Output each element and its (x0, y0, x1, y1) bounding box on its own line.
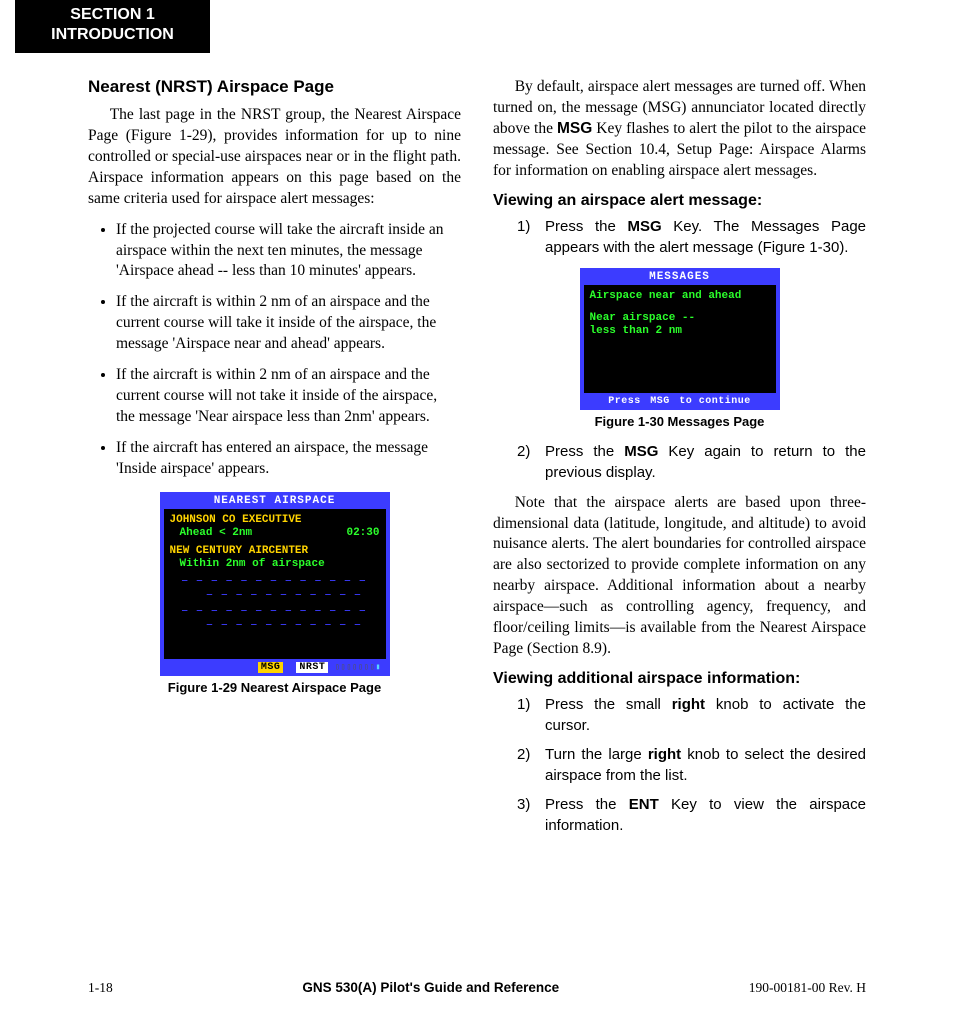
section-tab-line2: INTRODUCTION (35, 25, 190, 45)
figure-1-30-caption: Figure 1-30 Messages Page (493, 414, 866, 429)
figure-1-30-screen: MESSAGES Airspace near and ahead Near ai… (580, 268, 780, 410)
step: Press the MSG Key. The Messages Page app… (517, 216, 866, 258)
heading-nrst: Nearest (NRST) Airspace Page (88, 77, 461, 97)
divider: — — — — — — — — — — — — — (170, 606, 380, 616)
page-body: Nearest (NRST) Airspace Page The last pa… (0, 53, 954, 846)
list-item: If the aircraft is within 2 nm of an air… (116, 365, 461, 428)
page-footer: 1-18 GNS 530(A) Pilot's Guide and Refere… (0, 980, 954, 996)
airspace-2-name: NEW CENTURY AIRCENTER (170, 545, 380, 557)
figure-1-29-screen: NEAREST AIRSPACE JOHNSON CO EXECUTIVE Ah… (160, 492, 390, 677)
doc-revision: 190-00181-00 Rev. H (749, 980, 866, 996)
screen-prompt: Press MSG to continue (582, 395, 778, 408)
bullet-list: If the projected course will take the ai… (116, 220, 461, 480)
section-tab: SECTION 1 INTRODUCTION (15, 0, 210, 53)
step: Press the ENT Key to view the airspace i… (517, 794, 866, 836)
text: Turn the large (545, 746, 648, 763)
airspace-1-status-row: Ahead < 2nm 02:30 (170, 527, 380, 539)
steps-view-additional: Press the small right knob to activate t… (517, 694, 866, 836)
screen-title: MESSAGES (582, 270, 778, 284)
section-tab-line1: SECTION 1 (35, 5, 190, 25)
text: Press the (545, 218, 627, 235)
divider: — — — — — — — — — — — (190, 590, 380, 600)
msg-key: MSG (557, 120, 592, 137)
list-item: If the aircraft has entered an airspace,… (116, 438, 461, 480)
step: Press the small right knob to activate t… (517, 694, 866, 736)
list-item: If the projected course will take the ai… (116, 220, 461, 283)
nrst-tag: NRST (296, 662, 328, 673)
footer-title: GNS 530(A) Pilot's Guide and Reference (302, 980, 559, 996)
airspace-2-status-row: Within 2nm of airspace (170, 558, 380, 570)
text: Press the small (545, 696, 672, 713)
steps-view-alert-cont: Press the MSG Key again to return to the… (517, 441, 866, 483)
msg-line-1: Airspace near and ahead (590, 290, 770, 302)
left-column: Nearest (NRST) Airspace Page The last pa… (88, 77, 461, 846)
right-column: By default, airspace alert messages are … (493, 77, 866, 846)
text: Press (608, 396, 641, 407)
right-knob: right (672, 696, 705, 713)
subhead-view-additional: Viewing additional airspace information: (493, 670, 866, 688)
screen-body: JOHNSON CO EXECUTIVE Ahead < 2nm 02:30 N… (163, 508, 387, 660)
msg-key: MSG (624, 443, 658, 460)
intro-paragraph: The last page in the NRST group, the Nea… (88, 105, 461, 210)
right-p1: By default, airspace alert messages are … (493, 77, 866, 182)
subhead-view-alert: Viewing an airspace alert message: (493, 192, 866, 210)
airspace-1-time: 02:30 (346, 527, 379, 539)
list-item: If the aircraft is within 2 nm of an air… (116, 292, 461, 355)
airspace-1-status: Ahead < 2nm (180, 527, 253, 539)
right-knob: right (648, 746, 681, 763)
figure-1-29-caption: Figure 1-29 Nearest Airspace Page (88, 680, 461, 695)
page-number: 1-18 (88, 980, 113, 996)
divider: — — — — — — — — — — — (190, 620, 380, 630)
text: to continue (679, 396, 751, 407)
airspace-2-status: Within 2nm of airspace (180, 558, 325, 570)
ent-key: ENT (629, 796, 659, 813)
text: Press the (545, 443, 624, 460)
msg-tag: MSG (258, 662, 284, 673)
divider: — — — — — — — — — — — — — (170, 576, 380, 586)
step: Press the MSG Key again to return to the… (517, 441, 866, 483)
msg-box: MSG (647, 395, 673, 408)
text: Press the (545, 796, 629, 813)
page-ticks: ▯▯▯▯▯▯▯▮ (335, 662, 382, 672)
msg-line-3: less than 2 nm (590, 325, 770, 337)
steps-view-alert: Press the MSG Key. The Messages Page app… (517, 216, 866, 258)
step: Turn the large right knob to select the … (517, 744, 866, 786)
screen-title: NEAREST AIRSPACE (162, 494, 388, 508)
msg-key: MSG (627, 218, 661, 235)
screen-bottom-bar: MSG NRST ▯▯▯▯▯▯▯▮ (162, 661, 388, 675)
screen-body: Airspace near and ahead Near airspace --… (583, 284, 777, 394)
right-p2: Note that the airspace alerts are based … (493, 493, 866, 660)
airspace-1-name: JOHNSON CO EXECUTIVE (170, 514, 380, 526)
msg-line-2: Near airspace -- (590, 312, 770, 324)
